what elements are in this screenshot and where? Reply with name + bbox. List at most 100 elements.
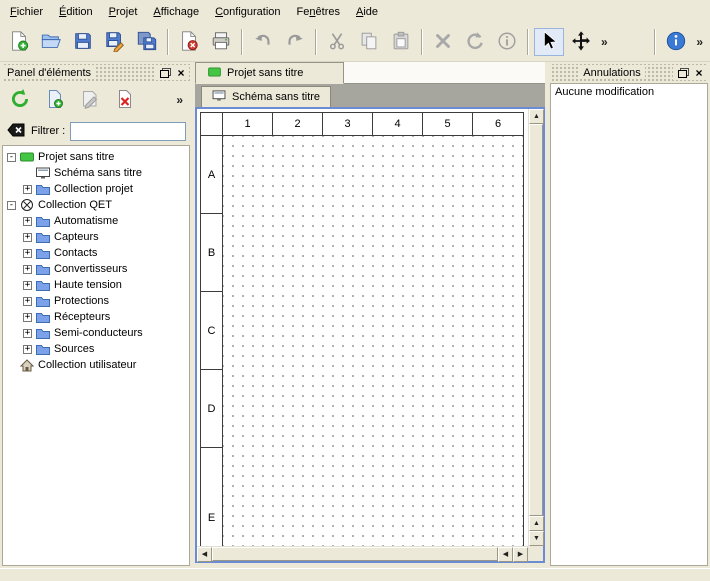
toolbar-separator <box>315 29 317 55</box>
menu-configuration[interactable]: Configuration <box>207 3 288 21</box>
tree-item-recepteurs[interactable]: + Récepteurs <box>3 309 189 325</box>
tree-item-contacts[interactable]: + Contacts <box>3 245 189 261</box>
rotate-button[interactable] <box>460 28 490 56</box>
new-file-button[interactable] <box>4 28 34 56</box>
menu-affichage[interactable]: Affichage <box>145 3 207 21</box>
diagram-tab-label: Schéma sans titre <box>232 91 320 103</box>
expander-icon[interactable]: + <box>23 265 32 274</box>
clear-filter-icon <box>7 122 25 141</box>
expander-icon[interactable]: + <box>23 281 32 290</box>
expander-icon[interactable]: + <box>23 313 32 322</box>
tree-item-convertisseurs[interactable]: + Convertisseurs <box>3 261 189 277</box>
menu-fichier[interactable]: Fichier <box>2 3 51 21</box>
tree-item-collection-utilisateur[interactable]: Collection utilisateur <box>3 357 189 373</box>
undo-button[interactable] <box>248 28 278 56</box>
vertical-scroll-thumb[interactable] <box>529 124 543 516</box>
expander-icon[interactable]: + <box>23 345 32 354</box>
pan-mode-button[interactable] <box>566 28 596 56</box>
row-header: C <box>201 292 223 370</box>
tree-item-capteurs[interactable]: + Capteurs <box>3 229 189 245</box>
tree-item-automatisme[interactable]: + Automatisme <box>3 213 189 229</box>
tree-item-sources[interactable]: + Sources <box>3 341 189 357</box>
panel-overflow-chevron[interactable]: » <box>173 93 186 107</box>
close-file-button[interactable] <box>174 28 204 56</box>
toolbar-separator <box>654 29 656 55</box>
tree-item-protections[interactable]: + Protections <box>3 293 189 309</box>
select-mode-button[interactable] <box>534 28 564 56</box>
floppy-stack-icon <box>136 30 158 55</box>
expander-icon[interactable]: + <box>23 217 32 226</box>
cut-button[interactable] <box>322 28 352 56</box>
undo-history-list: Aucune modification <box>550 83 708 566</box>
main-toolbar: » » <box>0 23 710 62</box>
delete-element-button[interactable] <box>111 86 139 114</box>
diagram-canvas[interactable]: 1 2 3 4 5 6 A B C D <box>197 109 528 546</box>
scroll-left-button[interactable]: ◀ <box>197 547 212 562</box>
project-tab-label: Projet sans titre <box>227 67 303 79</box>
edit-pencil-icon <box>80 89 100 112</box>
expander-icon[interactable]: + <box>23 185 32 194</box>
row-header: D <box>201 370 223 448</box>
scroll-down-button[interactable]: ▼ <box>529 531 544 546</box>
toolbar-overflow-chevron[interactable]: » <box>598 35 611 49</box>
expander-icon[interactable]: - <box>7 153 16 162</box>
tab-projet-sans-titre[interactable]: Projet sans titre <box>195 62 344 84</box>
menu-aide[interactable]: Aide <box>348 3 386 21</box>
about-qet-button[interactable] <box>661 28 691 56</box>
tree-item-collection-projet[interactable]: + Collection projet <box>3 181 189 197</box>
tab-schema-sans-titre[interactable]: Schéma sans titre <box>201 86 331 107</box>
paste-button[interactable] <box>386 28 416 56</box>
print-button[interactable] <box>206 28 236 56</box>
tree-item-project[interactable]: - Projet sans titre <box>3 149 189 165</box>
edit-element-button[interactable] <box>76 86 104 114</box>
diagram-info-button[interactable] <box>492 28 522 56</box>
dock-close-button[interactable]: × <box>173 66 189 80</box>
horizontal-scroll-thumb[interactable] <box>212 547 498 561</box>
expander-icon[interactable]: + <box>23 233 32 242</box>
menu-projet[interactable]: Projet <box>101 3 146 21</box>
menu-edition[interactable]: Édition <box>51 3 101 21</box>
dock-float-button[interactable] <box>157 66 173 80</box>
tree-item-label: Récepteurs <box>54 311 110 323</box>
expander-icon[interactable]: + <box>23 297 32 306</box>
vertical-scrollbar[interactable]: ▲ ▲ ▼ <box>528 109 543 546</box>
elements-panel-titlebar[interactable]: Panel d'éléments × <box>2 64 190 81</box>
tree-item-schema[interactable]: Schéma sans titre <box>3 165 189 181</box>
filter-input[interactable] <box>70 122 186 141</box>
open-file-button[interactable] <box>36 28 66 56</box>
dock-close-button[interactable]: × <box>691 66 707 80</box>
save-file-as-button[interactable] <box>100 28 130 56</box>
save-file-button[interactable] <box>68 28 98 56</box>
scroll-left-button[interactable]: ◀ <box>498 547 513 562</box>
clear-filter-button[interactable] <box>6 122 26 140</box>
expander-icon[interactable]: + <box>23 329 32 338</box>
save-all-button[interactable] <box>132 28 162 56</box>
expander-icon[interactable]: + <box>23 249 32 258</box>
redo-button[interactable] <box>280 28 310 56</box>
tree-item-haute-tension[interactable]: + Haute tension <box>3 277 189 293</box>
tree-item-label: Collection QET <box>38 199 112 211</box>
reload-collections-button[interactable] <box>6 86 34 114</box>
paste-icon <box>390 30 412 55</box>
scroll-up-button[interactable]: ▲ <box>529 109 544 124</box>
tree-item-semi-conducteurs[interactable]: + Semi-conducteurs <box>3 325 189 341</box>
delete-button[interactable] <box>428 28 458 56</box>
new-element-button[interactable] <box>41 86 69 114</box>
horizontal-scrollbar[interactable]: ◀ ◀ ▶ <box>197 546 528 561</box>
tree-item-collection-qet[interactable]: - Collection QET <box>3 197 189 213</box>
mdi-area: Projet sans titre Schéma sans titre 1 2 <box>195 62 545 568</box>
dot-grid[interactable] <box>223 136 523 546</box>
close-file-icon <box>178 30 200 55</box>
folder-icon <box>36 183 50 195</box>
column-header: 6 <box>473 113 523 135</box>
project-tabbar: Projet sans titre <box>195 62 545 84</box>
menu-fenetres[interactable]: Fenêtres <box>289 3 348 21</box>
scroll-up-button[interactable]: ▲ <box>529 516 544 531</box>
expander-icon[interactable]: - <box>7 201 16 210</box>
undo-dock-titlebar[interactable]: Annulations × <box>550 64 708 81</box>
scroll-right-button[interactable]: ▶ <box>513 547 528 562</box>
undo-list-item[interactable]: Aucune modification <box>551 84 707 100</box>
copy-button[interactable] <box>354 28 384 56</box>
toolbar-overflow-chevron[interactable]: » <box>693 35 706 49</box>
dock-float-button[interactable] <box>675 66 691 80</box>
